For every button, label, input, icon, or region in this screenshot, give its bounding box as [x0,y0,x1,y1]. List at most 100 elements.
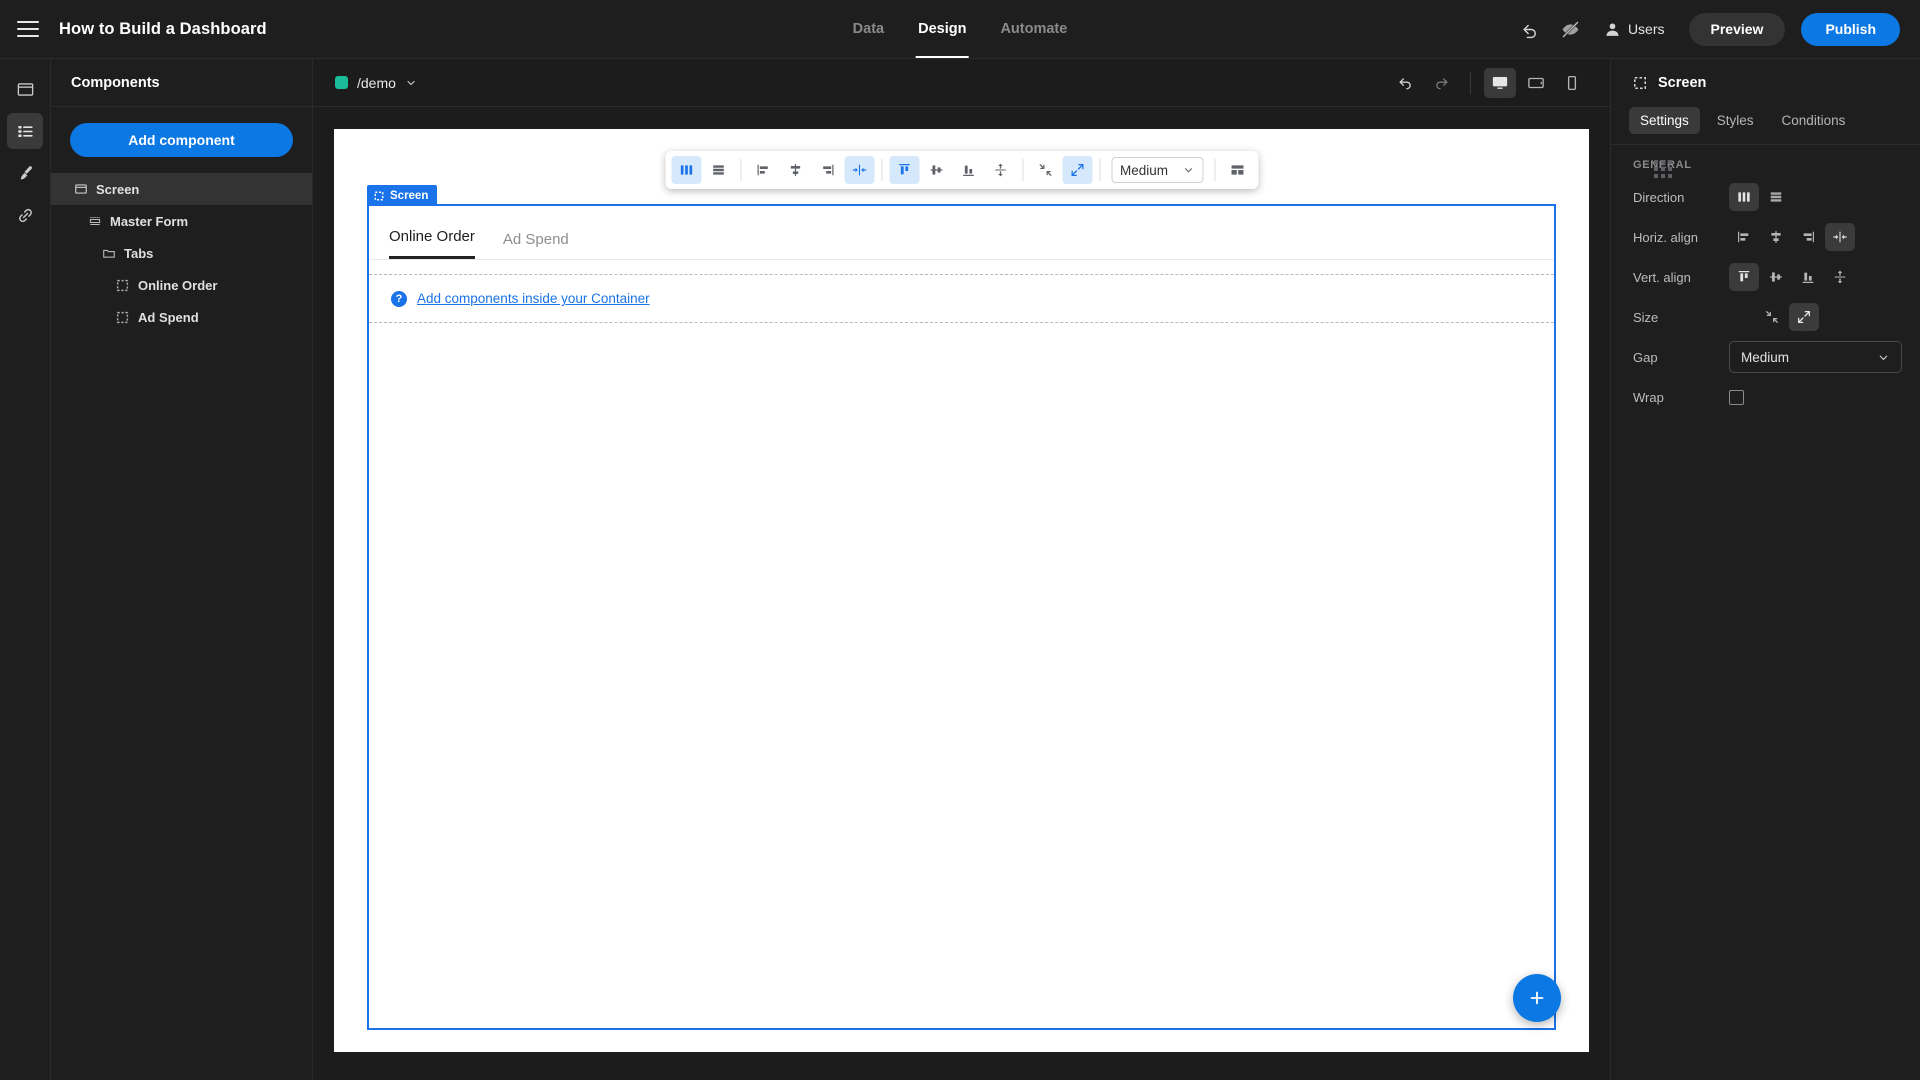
screen-selection[interactable]: Screen Online Order Ad Spend ? Add compo… [367,185,1556,1030]
layout-grid-icon[interactable] [1222,156,1252,184]
add-component-button[interactable]: Add component [70,123,293,157]
size-shrink-icon[interactable] [1030,156,1060,184]
add-components-link[interactable]: Add components inside your Container [417,291,650,306]
horiz-align-label: Horiz. align [1633,229,1699,245]
tab-automate[interactable]: Automate [998,0,1069,58]
rail-item-screens[interactable] [7,71,43,107]
direction-rows-icon[interactable] [703,156,733,184]
tab-styles[interactable]: Styles [1706,107,1765,134]
align-bottom-icon[interactable] [1793,263,1823,291]
question-icon: ? [391,290,407,307]
hamburger-icon[interactable] [17,21,39,37]
tree-item-tabs[interactable]: Tabs [51,237,312,269]
top-bar-actions: Users Preview Publish [1514,12,1920,46]
direction-options [1729,183,1791,211]
desktop-icon[interactable] [1484,67,1516,98]
canvas-area: /demo Medium Screen Online Order Ad Spen… [313,59,1672,1080]
screen-content: Online Order Ad Spend ? Add components i… [369,206,1554,1028]
screen-badge-label: Screen [390,189,429,202]
align-space-between-icon[interactable] [844,156,874,184]
align-right-icon[interactable] [1793,223,1823,251]
direction-columns-icon[interactable] [1729,183,1759,211]
empty-container-slot[interactable]: ? Add components inside your Container [369,274,1554,323]
align-center-icon[interactable] [1761,223,1791,251]
properties-panel-title: Screen [1658,75,1707,91]
size-options [1757,303,1819,331]
users-button[interactable]: Users [1594,12,1675,46]
general-section: GENERAL Direction Horiz. align Vert. ali… [1611,144,1920,435]
add-floating-button[interactable] [1513,974,1561,1022]
canvas-page: Medium Screen Online Order Ad Spend ? Ad… [334,129,1672,1052]
horiz-align-options [1729,223,1855,251]
tab-conditions[interactable]: Conditions [1771,107,1857,134]
container-icon [115,310,130,325]
undo-icon[interactable] [1514,12,1548,46]
container-icon [1633,76,1647,90]
form-icon [87,214,102,229]
align-stretch-vertical-icon[interactable] [985,156,1015,184]
rail-item-components[interactable] [7,113,43,149]
component-tree: Screen Master Form Tabs Online Order Ad … [51,173,312,333]
top-bar: How to Build a Dashboard Data Design Aut… [0,0,1920,59]
direction-columns-icon[interactable] [671,156,701,184]
eye-slash-icon[interactable] [1554,12,1588,46]
size-grow-icon[interactable] [1789,303,1819,331]
route-selector[interactable]: /demo [335,75,417,91]
property-row-wrap: Wrap [1611,377,1920,417]
canvas-tab-ad-spend[interactable]: Ad Spend [503,231,569,259]
properties-panel-header: Screen [1611,59,1920,107]
tab-data[interactable]: Data [851,0,886,58]
align-middle-icon[interactable] [1761,263,1791,291]
direction-rows-icon[interactable] [1761,183,1791,211]
tree-item-label: Screen [96,181,140,197]
route-label: /demo [357,74,396,91]
canvas-tab-online-order[interactable]: Online Order [389,228,475,259]
align-space-between-icon[interactable] [1825,223,1855,251]
gap-select[interactable]: Medium [1729,341,1902,373]
tree-item-screen[interactable]: Screen [51,173,312,205]
users-label: Users [1627,21,1665,37]
size-grow-icon[interactable] [1062,156,1092,184]
rail-item-theme[interactable] [7,155,43,191]
container-icon [115,278,130,293]
gap-select-value: Medium [1120,162,1169,178]
align-left-icon[interactable] [1729,223,1759,251]
components-panel-title: Components [51,59,312,107]
align-stretch-vertical-icon[interactable] [1825,263,1855,291]
tree-item-label: Master Form [110,213,189,229]
publish-button[interactable]: Publish [1801,12,1900,46]
chevron-down-icon [1877,351,1890,364]
mobile-icon[interactable] [1556,68,1588,98]
tablet-icon[interactable] [1520,68,1552,98]
align-left-icon[interactable] [748,156,778,184]
size-shrink-icon[interactable] [1757,303,1787,331]
tab-design[interactable]: Design [916,0,969,58]
tree-item-label: Online Order [138,277,218,293]
align-middle-icon[interactable] [921,156,951,184]
screen-selection-badge: Screen [367,185,438,206]
add-component-wrap: Add component [51,107,312,173]
align-top-icon[interactable] [889,156,919,184]
properties-panel: Screen Settings Styles Conditions GENERA… [1610,59,1920,1080]
tree-item-online-order[interactable]: Online Order [51,269,312,301]
drag-dots-icon[interactable] [1654,160,1672,178]
rail-item-links[interactable] [7,197,43,233]
tree-item-ad-spend[interactable]: Ad Spend [51,301,312,333]
align-center-icon[interactable] [780,156,810,184]
chevron-down-icon [1182,164,1194,176]
property-row-gap: Gap Medium [1611,337,1920,377]
align-top-icon[interactable] [1729,263,1759,291]
align-bottom-icon[interactable] [953,156,983,184]
tree-item-master-form[interactable]: Master Form [51,205,312,237]
direction-label: Direction [1633,189,1685,205]
container-icon [374,191,384,201]
align-right-icon[interactable] [812,156,842,184]
property-row-horiz-align: Horiz. align [1611,217,1920,257]
user-icon [1604,21,1621,38]
canvas-undo-icon[interactable] [1389,68,1421,98]
tab-settings[interactable]: Settings [1629,107,1700,134]
gap-select[interactable]: Medium [1111,157,1203,183]
canvas-redo-icon[interactable] [1425,68,1457,98]
preview-button[interactable]: Preview [1688,12,1786,46]
wrap-checkbox[interactable] [1729,389,1744,405]
